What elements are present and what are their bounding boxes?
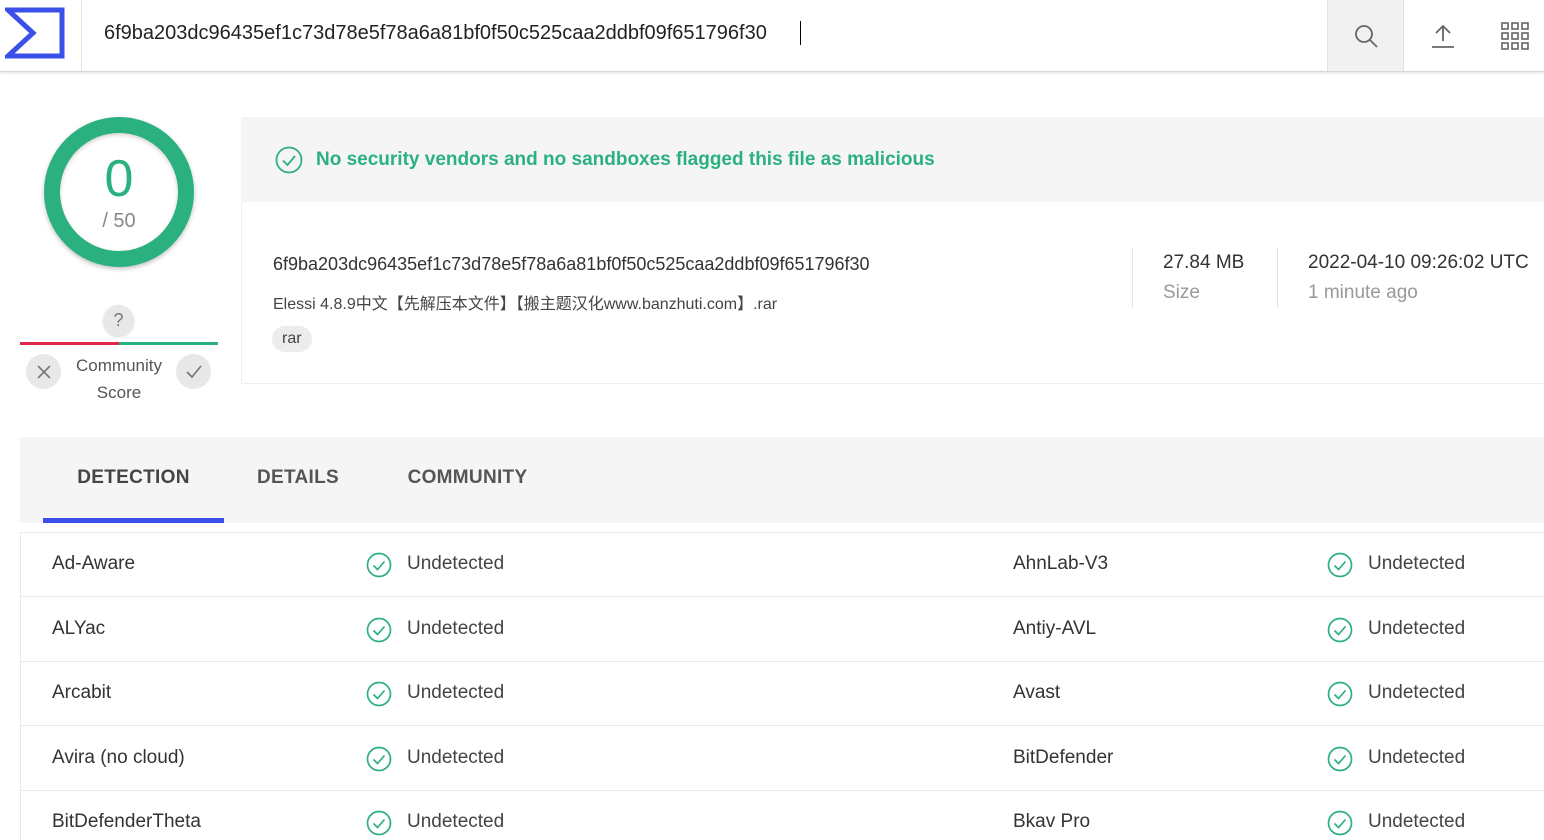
active-tab-indicator [43,518,224,523]
vote-harmless-button[interactable] [176,354,211,389]
detection-result: Undetected [1368,553,1466,574]
check-circle-icon [275,146,303,174]
detections-table: Ad-Aware Undetected AhnLab-V3 Undetected ALY… [20,532,1544,840]
apps-grid-icon [1500,21,1529,50]
detection-score-ring: 0 / 50 [44,117,194,267]
check-circle-icon [1327,810,1353,836]
verdict-banner: No security vendors and no sandboxes fla… [241,117,1544,202]
community-score-label-line2: Score [96,383,142,402]
checkmark-icon [185,364,202,378]
vendor-name: ALYac [52,617,106,639]
file-type-tag[interactable]: rar [272,326,312,352]
vendor-name: AhnLab-V3 [1013,553,1109,574]
upload-icon [1432,24,1454,48]
vendor-name: Bkav Pro [1013,811,1091,832]
detection-row: Avira (no cloud) Undetected BitDefender Und… [21,727,1544,791]
detection-result: Undetected [1368,682,1466,703]
detection-score-total: / 50 [102,210,136,232]
upload-button[interactable] [1405,0,1481,71]
search-icon [1354,24,1378,48]
vendor-name: Antiy-AVL [1013,617,1097,639]
last-analysis-relative: 1 minute ago [1308,282,1418,303]
check-circle-icon [1327,552,1353,578]
tab-community[interactable]: COMMUNITY [390,437,545,523]
community-score-bar-malicious [20,342,119,345]
file-info-card: 6f9ba203dc96435ef1c73d78e5f78a6a81bf0f50… [241,202,1544,384]
detection-result: Undetected [407,746,505,768]
check-circle-icon [366,746,392,771]
vendor-name: BitDefenderTheta [52,811,201,832]
last-analysis-date: 2022-04-10 09:26:02 UTC [1308,252,1529,273]
community-score-bar-harmless [119,342,218,345]
vendor-name: Avira (no cloud) [52,746,185,768]
detection-result: Undetected [407,811,505,832]
vendor-name: Arcabit [52,682,112,703]
apps-menu-button[interactable] [1485,0,1544,71]
close-icon [36,364,51,379]
detection-result: Undetected [1368,811,1466,832]
text-caret [800,21,801,45]
detection-result: Undetected [407,553,505,574]
detection-result: Undetected [1368,746,1466,768]
vendor-name: Ad-Aware [52,553,136,574]
vendor-name: BitDefender [1013,746,1114,768]
search-input[interactable] [104,18,1304,48]
verdict-text: No security vendors and no sandboxes fla… [316,149,935,170]
tab-details[interactable]: DETAILS [242,437,354,523]
detection-row: Arcabit Undetected Avast Undetected [21,662,1544,726]
vendor-name: Avast [1013,682,1061,703]
community-score-question-icon: ? [103,305,134,336]
search-button[interactable] [1327,0,1404,71]
detection-row: Ad-Aware Undetected AhnLab-V3 Undetected [21,533,1544,597]
detection-score-value: 0 [104,150,134,208]
check-circle-icon [366,681,392,707]
community-score-label: Community [76,356,162,375]
check-circle-icon [1327,746,1353,771]
divider [1132,248,1133,308]
vote-malicious-button[interactable] [26,354,61,389]
report-tabs: DETECTION DETAILS COMMUNITY [20,437,1544,523]
check-circle-icon [366,810,392,836]
divider [1277,248,1278,308]
logo-divider [81,0,82,71]
check-circle-icon [366,617,392,642]
detection-result: Undetected [1368,617,1466,639]
check-circle-icon [366,552,392,578]
file-name: Elessi 4.8.9中文【先解压本文件】【搬主题汉化www.banzhuti… [273,296,778,313]
detection-row: ALYac Undetected Antiy-AVL Undetected [21,598,1544,662]
tab-detection[interactable]: DETECTION [43,437,224,523]
virustotal-logo[interactable] [5,7,65,59]
detection-result: Undetected [407,682,505,703]
detection-row: BitDefenderTheta Undetected Bkav Pro Undete… [21,791,1544,840]
file-size-label: Size [1163,282,1200,303]
top-bar [0,0,1544,72]
check-circle-icon [1327,681,1353,707]
file-hash: 6f9ba203dc96435ef1c73d78e5f78a6a81bf0f50… [273,254,870,274]
detection-result: Undetected [407,617,505,639]
check-circle-icon [1327,617,1353,642]
file-size-value: 27.84 MB [1163,252,1245,273]
